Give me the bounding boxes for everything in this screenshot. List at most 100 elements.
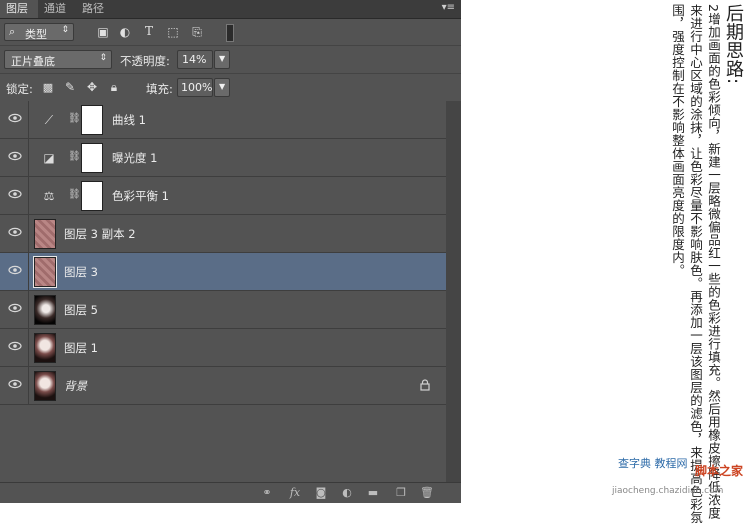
layer-row[interactable]: ⟋ ⛓ 曲线 1 — [0, 101, 446, 139]
type-filter-icon[interactable]: T — [142, 24, 156, 38]
new-adjustment-icon[interactable]: ◐ — [340, 486, 354, 499]
layer-name[interactable]: 图层 3 副本 2 — [64, 226, 136, 242]
visibility-divider — [28, 329, 29, 367]
layer-thumbnail[interactable] — [34, 219, 56, 249]
visibility-divider — [28, 139, 29, 177]
notes-text: 后期思路: 2增加画面的色彩倾向，新建一层略微偏品红一些的色彩进行填充。然后用橡… — [600, 0, 750, 524]
layer-row[interactable]: 背景 — [0, 367, 446, 405]
layers-panel: 图层 通道 路径 ▾≡ ⌕ 类型 ⇕ ▣ ◐ T ⬚ ⎘ 正片叠底 ⇕ 不透明度… — [0, 0, 461, 503]
watermark-url: jiaocheng.chazidian.com — [612, 486, 724, 496]
link-chain-icon[interactable]: ⛓ — [68, 151, 81, 162]
tab-paths[interactable]: 路径 — [76, 0, 112, 18]
panel-footer: ⚭ fx ◙ ◐ ▬ ❐ 🗑︎ — [0, 482, 461, 503]
lock-all-icon[interactable]: 🔒︎ — [108, 80, 120, 95]
lock-transparent-pixels-icon[interactable]: ▩ — [42, 81, 54, 94]
eye-icon[interactable] — [8, 341, 22, 351]
lock-icon — [420, 379, 430, 391]
notes-column: 围，强度控制在不影响整体画面亮度的限度内。 — [670, 4, 685, 277]
fill-input[interactable]: 100% — [177, 78, 213, 97]
filter-toggle-icon[interactable] — [226, 24, 234, 42]
layer-name[interactable]: 曲线 1 — [112, 112, 146, 128]
notes-column: 2增加画面的色彩倾向，新建一层略微偏品红一些的色彩进行填充。然后用橡皮擦降低浓度 — [706, 4, 721, 520]
panel-menu-icon[interactable]: ▾≡ — [442, 2, 455, 13]
new-group-icon[interactable]: ▬ — [366, 486, 380, 499]
layer-name[interactable]: 图层 3 — [64, 264, 98, 280]
lock-row: 锁定: ▩ ✎ ✥ 🔒︎ 填充: 100% ▼ — [0, 73, 461, 102]
smart-object-filter-icon[interactable]: ⎘ — [190, 25, 204, 40]
layer-name[interactable]: 背景 — [64, 378, 87, 394]
opacity-label: 不透明度: — [120, 54, 170, 68]
visibility-divider — [28, 367, 29, 405]
layer-name[interactable]: 图层 5 — [64, 302, 98, 318]
visibility-divider — [28, 177, 29, 215]
lock-position-icon[interactable]: ✥ — [86, 80, 98, 94]
layer-thumbnail[interactable] — [34, 333, 56, 363]
eye-icon[interactable] — [8, 265, 22, 275]
shape-filter-icon[interactable]: ⬚ — [166, 25, 180, 39]
filter-kind-label: 类型 — [25, 28, 47, 41]
tab-channels[interactable]: 通道 — [38, 0, 74, 18]
watermark-logo: 查字典 教程网 — [618, 457, 688, 470]
visibility-divider — [28, 101, 29, 139]
eye-icon[interactable] — [8, 189, 22, 199]
link-layers-icon[interactable]: ⚭ — [260, 486, 274, 499]
blend-mode-select[interactable]: 正片叠底 ⇕ — [4, 50, 112, 69]
scrollbar-track[interactable] — [446, 101, 461, 482]
opacity-input[interactable]: 14% — [177, 50, 213, 69]
layer-row[interactable]: ⚖ ⛓ 色彩平衡 1 — [0, 177, 446, 215]
layer-mask-thumbnail[interactable] — [81, 181, 103, 211]
layer-row[interactable]: 图层 3 副本 2 — [0, 215, 446, 253]
layer-name[interactable]: 图层 1 — [64, 340, 98, 356]
chevron-down-icon: ▼ — [219, 82, 226, 91]
filter-kind-select[interactable]: ⌕ 类型 ⇕ — [4, 23, 74, 41]
select-arrows-icon: ⇕ — [61, 25, 69, 35]
fill-label: 填充: — [146, 82, 173, 96]
eye-icon[interactable] — [8, 303, 22, 313]
visibility-divider — [28, 291, 29, 329]
fill-value: 100% — [181, 81, 213, 94]
notes-column: 来进行中心区域的涂抹，让色彩尽量不影响肤色。再添加一层该图层的滤色，来提高色彩氛 — [688, 4, 703, 524]
new-layer-icon[interactable]: ❐ — [394, 486, 408, 499]
layer-row[interactable]: 图层 1 — [0, 329, 446, 367]
fx-icon[interactable]: fx — [288, 486, 302, 499]
link-chain-icon[interactable]: ⛓ — [68, 113, 81, 124]
notes-title: 后期思路: — [723, 4, 744, 85]
layer-name[interactable]: 曝光度 1 — [112, 150, 157, 166]
layer-row-selected[interactable]: 图层 3 — [0, 253, 446, 291]
panel-tab-bar: 图层 通道 路径 ▾≡ — [0, 0, 461, 19]
layer-mask-thumbnail[interactable] — [81, 143, 103, 173]
add-mask-icon[interactable]: ◙ — [314, 486, 328, 499]
link-chain-icon[interactable]: ⛓ — [68, 189, 81, 200]
eye-icon[interactable] — [8, 151, 22, 161]
layer-list: ⟋ ⛓ 曲线 1 ◪ ⛓ 曝光度 1 ⚖ ⛓ 色彩平衡 1 图层 3 副本 2 … — [0, 101, 446, 482]
watermark-logo-2: 脚本之家 — [695, 464, 744, 478]
eye-icon[interactable] — [8, 227, 22, 237]
eye-icon[interactable] — [8, 379, 22, 389]
opacity-value: 14% — [182, 53, 207, 66]
lock-label: 锁定: — [6, 82, 33, 96]
layer-thumbnail[interactable] — [33, 256, 57, 288]
exposure-icon: ◪ — [43, 151, 55, 165]
layer-thumbnail[interactable] — [34, 371, 56, 401]
visibility-divider — [28, 253, 29, 291]
layer-row[interactable]: 图层 5 — [0, 291, 446, 329]
trash-icon[interactable]: 🗑︎ — [420, 486, 434, 499]
layer-mask-thumbnail[interactable] — [81, 105, 103, 135]
layer-name[interactable]: 色彩平衡 1 — [112, 188, 169, 204]
opacity-dropdown-button[interactable]: ▼ — [214, 50, 230, 69]
search-icon: ⌕ — [9, 25, 16, 38]
layer-row[interactable]: ◪ ⛓ 曝光度 1 — [0, 139, 446, 177]
lock-image-pixels-icon[interactable]: ✎ — [64, 80, 76, 94]
tab-layers[interactable]: 图层 — [0, 0, 38, 18]
fill-dropdown-button[interactable]: ▼ — [214, 78, 230, 97]
color-balance-icon: ⚖ — [43, 189, 55, 203]
layer-thumbnail[interactable] — [34, 295, 56, 325]
adjustment-filter-icon[interactable]: ◐ — [118, 25, 132, 39]
select-arrows-icon: ⇕ — [99, 53, 107, 63]
blend-row: 正片叠底 ⇕ 不透明度: 14% ▼ — [0, 45, 461, 74]
chevron-down-icon: ▼ — [219, 54, 226, 63]
visibility-divider — [28, 215, 29, 253]
curves-icon: ⟋ — [44, 113, 54, 127]
eye-icon[interactable] — [8, 113, 22, 123]
image-filter-icon[interactable]: ▣ — [96, 25, 110, 39]
